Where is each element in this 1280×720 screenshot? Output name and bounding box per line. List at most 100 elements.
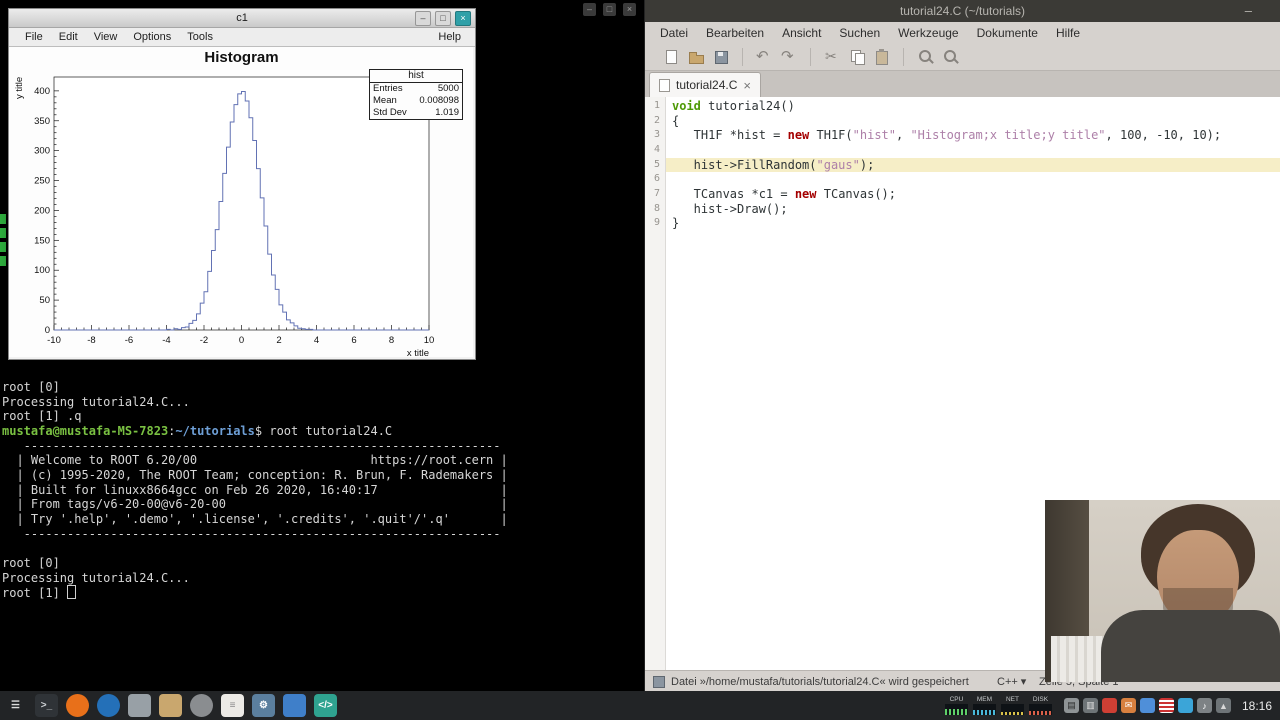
menu-item-bearbeiten[interactable]: Bearbeiten [697,26,773,40]
language-label: C++ [997,675,1018,688]
copy-icon[interactable] [847,47,867,67]
svg-text:0: 0 [45,325,50,336]
find-icon[interactable] [915,47,935,67]
ide-launcher[interactable]: </> [314,694,337,717]
terminal-line: root [1] [2,585,508,600]
terminal-line: Processing tutorial24.C... [2,394,190,409]
terminal-window-controls: – □ × [583,3,636,16]
mail-indicator[interactable]: ✉ [1120,698,1136,713]
undo-icon[interactable] [754,47,774,67]
root-minimize-icon[interactable]: – [415,11,431,26]
open-icon[interactable] [686,47,706,67]
stat-row: Entries 5000 [373,83,459,94]
firefox-launcher[interactable] [66,694,89,717]
editor-titlebar[interactable]: tutorial24.C (~/tutorials) – [645,0,1280,22]
text-editor-launcher[interactable]: ≡ [221,694,244,717]
code-line-2: 2{ [654,114,1280,129]
background-fragment [0,214,6,224]
tab-close-icon[interactable]: × [743,79,751,92]
svg-text:-10: -10 [47,335,61,346]
terminal-line: mustafa@mustafa-MS-7823:~/tutorials$ roo… [2,423,393,438]
clock[interactable]: 18:16 [1236,699,1272,713]
security-indicator[interactable] [1177,698,1193,713]
svg-text:4: 4 [314,335,319,346]
gimp-launcher[interactable] [190,694,213,717]
terminal-line: ----------------------------------------… [2,526,501,541]
stats-box-title: hist [370,70,462,83]
chat-indicator[interactable] [1139,698,1155,713]
svg-text:8: 8 [389,335,394,346]
monitor-net[interactable]: NET [1000,696,1025,715]
terminal-line: | (c) 1995-2020, The ROOT Team; concepti… [2,467,508,482]
menu-item-edit[interactable]: Edit [51,28,86,46]
root-close-icon[interactable]: × [455,11,471,26]
background-fragment [0,242,6,252]
menu-item-help[interactable]: Help [430,28,469,46]
files-launcher[interactable] [159,694,182,717]
menu-item-tools[interactable]: Tools [179,28,221,46]
system-tray: ▤ ▥ ✉ ♪ ▲ [1063,698,1231,713]
menu-item-werkzeuge[interactable]: Werkzeuge [889,26,967,40]
root-window-titlebar[interactable]: c1 – □ × [9,9,475,28]
svg-text:y title: y title [14,77,25,99]
svg-text:300: 300 [34,146,50,157]
tab-label: tutorial24.C [676,78,738,92]
keyboard-layout-indicator[interactable]: ▥ [1082,698,1098,713]
settings-launcher[interactable]: ⚙ [252,694,275,717]
editor-minimize-icon[interactable]: – [1245,0,1252,22]
histogram-title: Histogram [204,49,279,66]
svg-text:-6: -6 [125,335,133,346]
terminal-output: root [0] Processing tutorial24.C... root [… [2,380,508,600]
menu-item-options[interactable]: Options [125,28,179,46]
svg-text:100: 100 [34,265,50,276]
svg-text:-4: -4 [162,335,170,346]
svg-text:250: 250 [34,176,50,187]
menu-item-view[interactable]: View [86,28,126,46]
system-monitors: CPU MEM NET DISK [944,696,1053,715]
menu-button[interactable]: ☰ [4,694,27,717]
menu-item-ansicht[interactable]: Ansicht [773,26,830,40]
monitor-cpu[interactable]: CPU [944,696,969,715]
save-icon[interactable] [711,47,731,67]
menu-item-hilfe[interactable]: Hilfe [1047,26,1089,40]
menu-item-suchen[interactable]: Suchen [830,26,889,40]
svg-text:2: 2 [276,335,281,346]
paste-icon[interactable] [872,47,892,67]
new-icon[interactable] [661,47,681,67]
code-line-1: 1 void tutorial24() [654,99,1280,114]
svg-text:0: 0 [239,335,244,346]
terminal-minimize-icon[interactable]: – [583,3,596,16]
app-launcher[interactable] [128,694,151,717]
notification-indicator[interactable] [1101,698,1117,713]
cut-icon[interactable] [822,47,842,67]
editor-menubar: Datei Bearbeiten Ansicht Suchen Werkzeuge Dok… [645,22,1280,44]
terminal-line: | Try '.help', '.demo', '.license', '.cr… [2,511,508,526]
line-number: 2 [653,114,660,126]
network-indicator[interactable]: ▲ [1215,698,1231,713]
svg-text:-2: -2 [200,335,208,346]
menu-item-file[interactable]: File [17,28,51,46]
toolbar-separator [903,48,904,66]
volume-indicator[interactable]: ♪ [1196,698,1212,713]
root-maximize-icon[interactable]: □ [435,11,451,26]
terminal-maximize-icon[interactable]: □ [603,3,616,16]
terminal-launcher[interactable]: >_ [35,694,58,717]
tab-tutorial24[interactable]: tutorial24.C × [649,72,761,97]
root-canvas-area[interactable]: Histogram -10 -8 -6 -4 -2 0 2 4 6 8 10 0 50 100 150 200… [9,47,473,359]
redo-icon[interactable] [779,47,799,67]
software-launcher[interactable] [283,694,306,717]
replace-icon[interactable] [940,47,960,67]
line-number: 1 [653,100,660,111]
clipboard-indicator[interactable]: ▤ [1063,698,1079,713]
thunderbird-launcher[interactable] [97,694,120,717]
terminal-close-icon[interactable]: × [623,3,636,16]
menu-item-datei[interactable]: Datei [651,26,697,40]
menu-item-dokumente[interactable]: Dokumente [968,26,1047,40]
toolbar-separator [810,48,811,66]
flag-indicator[interactable] [1158,698,1174,713]
line-number: 4 [653,143,660,155]
monitor-disk[interactable]: DISK [1028,696,1053,715]
language-selector[interactable]: C++ ▾ [997,675,1026,689]
monitor-mem[interactable]: MEM [972,696,997,715]
